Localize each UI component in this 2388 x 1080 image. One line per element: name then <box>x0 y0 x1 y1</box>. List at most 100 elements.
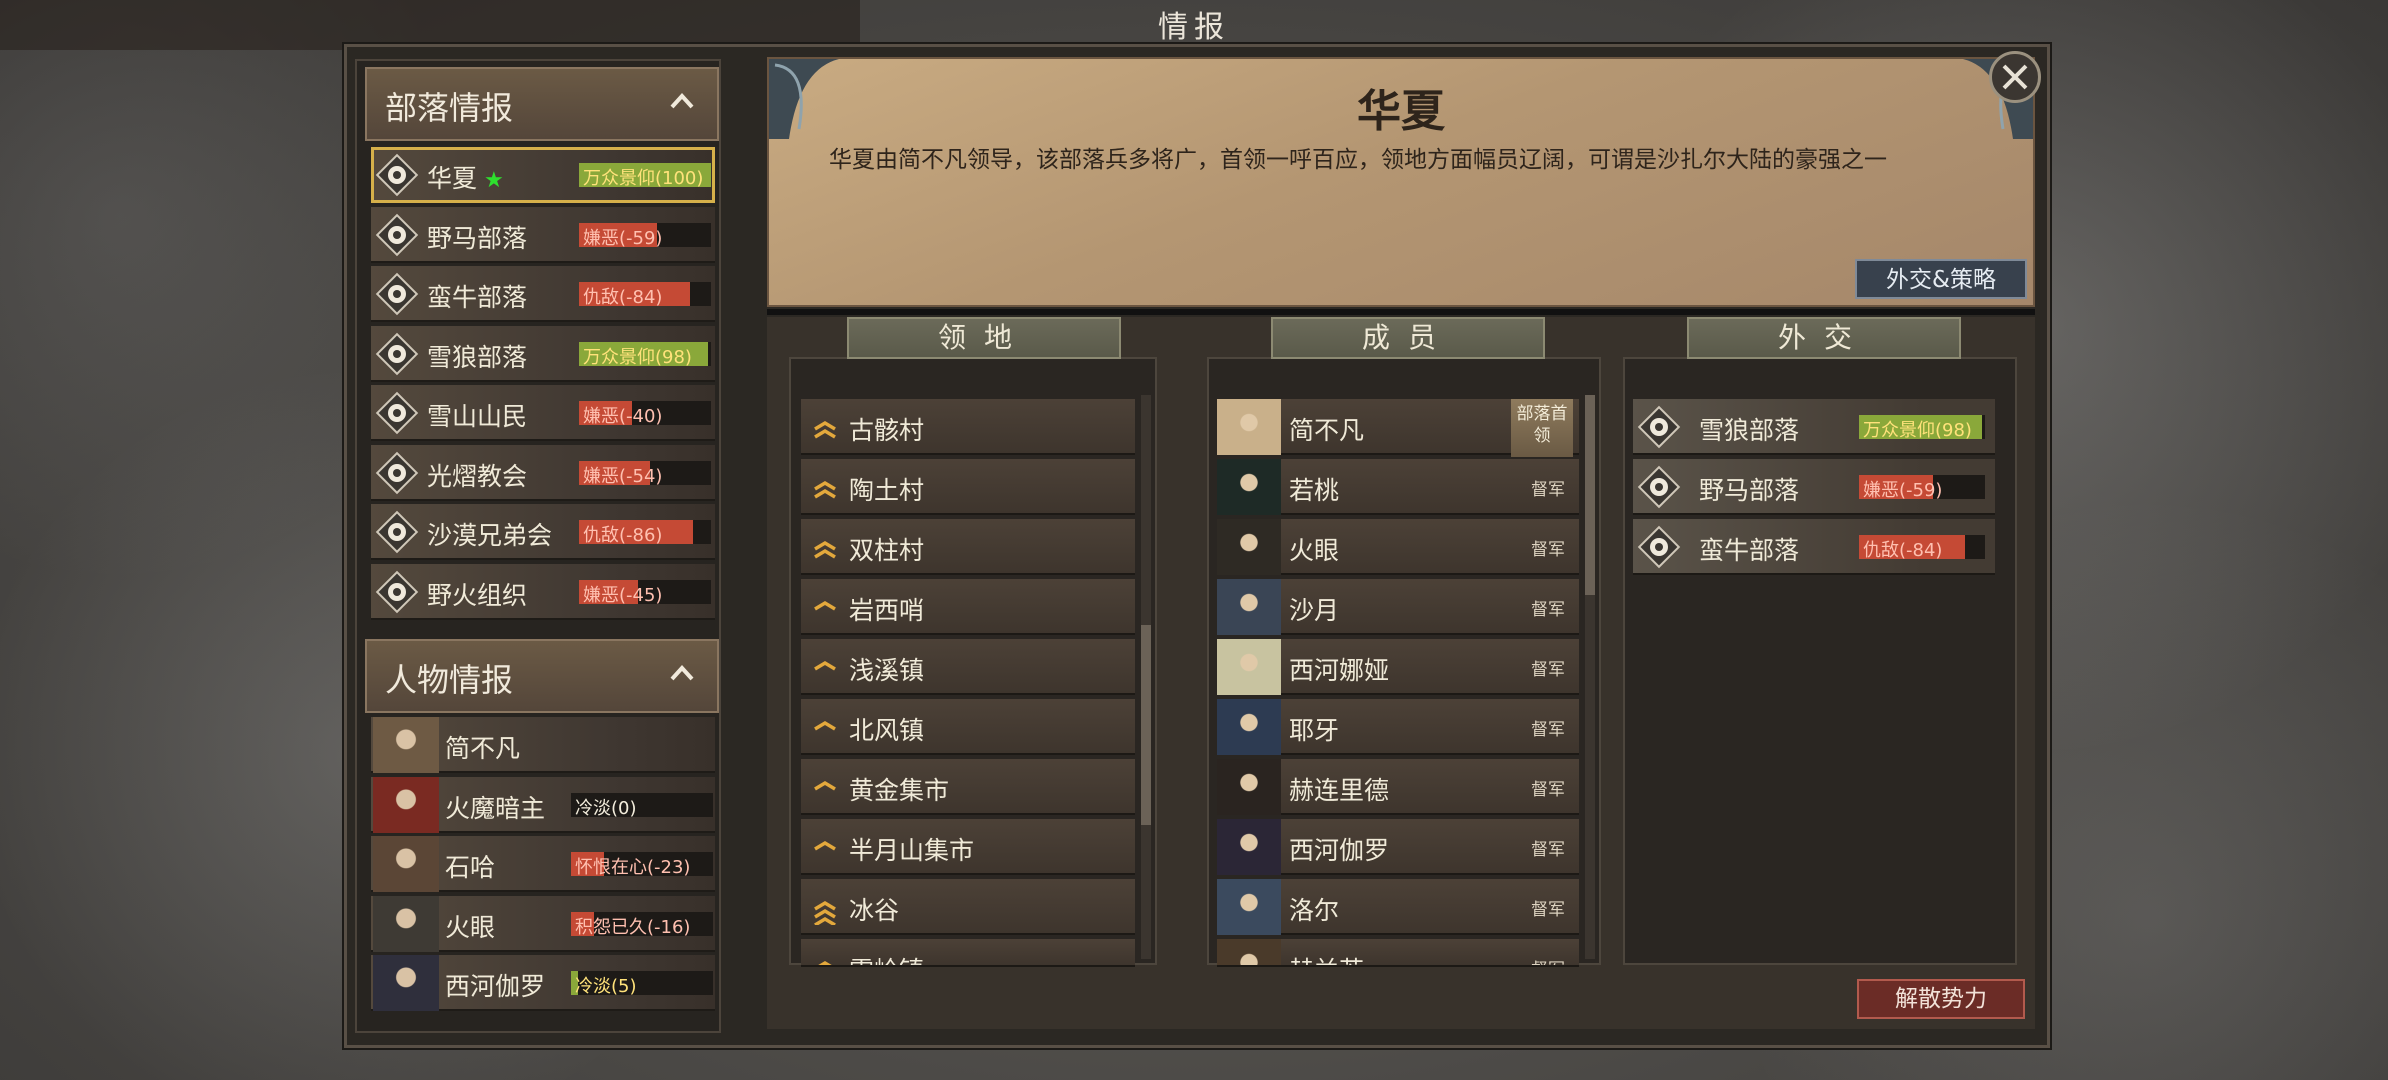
diplomacy-tribe-name: 蛮牛部落 <box>1699 536 1800 565</box>
relation-bar: 冷淡(5) <box>571 971 713 995</box>
territory-row[interactable]: 古骸村 <box>801 399 1135 455</box>
member-row[interactable]: 简不凡 部落首领 <box>1217 399 1579 457</box>
member-row[interactable]: 西河娜娅 督军 <box>1217 639 1579 695</box>
tribe-row[interactable]: 野马部落 嫌恶(-59) <box>371 206 715 263</box>
relation-bar: 嫌恶(-54) <box>579 460 711 485</box>
territory-name: 北风镇 <box>849 716 925 745</box>
diplomacy-row[interactable]: 雪狼部落 万众景仰(98) <box>1633 399 1995 455</box>
territory-row[interactable]: 黄金集市 <box>801 759 1135 815</box>
tribe-row[interactable]: 蛮牛部落 仇敌(-84) <box>371 266 715 322</box>
member-role: 督军 <box>1531 955 1565 965</box>
member-name: 若桃 <box>1289 476 1340 505</box>
relation-bar: 嫌恶(-59) <box>1859 475 1985 499</box>
tribe-row[interactable]: 光熠教会 嫌恶(-54) <box>371 444 715 501</box>
tab-members[interactable]: 成员 <box>1271 317 1545 359</box>
territory-scrollbar[interactable] <box>1141 395 1151 959</box>
avatar <box>1217 819 1281 875</box>
members-scrollbar[interactable] <box>1585 395 1595 959</box>
avatar <box>373 717 439 773</box>
territory-row[interactable]: 北风镇 <box>801 699 1135 755</box>
faction-description: 华夏由简不凡领导，该部落兵多将广，首领一呼百应，领地方面幅员辽阔，可谓是沙扎尔大… <box>829 147 1887 173</box>
chevron-up-icon[interactable] <box>667 87 697 117</box>
tab-diplomacy[interactable]: 外交 <box>1687 317 1961 359</box>
close-button[interactable] <box>1989 51 2041 103</box>
tribe-name-text: 华夏 <box>427 164 478 193</box>
tab-territory[interactable]: 领地 <box>847 317 1121 359</box>
person-row[interactable]: 火魔暗主 冷淡(0) <box>371 776 715 833</box>
tribe-row[interactable]: 华夏 ★ 万众景仰(100) <box>371 147 715 203</box>
territory-name: 陶土村 <box>849 476 925 505</box>
member-role: 督军 <box>1531 780 1565 800</box>
relation-label: 嫌恶(-59) <box>1863 480 1943 499</box>
member-name: 洛尔 <box>1289 896 1340 925</box>
territory-row[interactable]: 半月山集市 <box>801 819 1135 875</box>
rank-chevron-icon <box>814 660 836 671</box>
relation-label: 嫌恶(-59) <box>583 227 663 247</box>
tribe-section-header[interactable]: 部落情报 <box>365 67 719 141</box>
relation-bar: 仇敌(-84) <box>1859 535 1985 559</box>
member-row[interactable]: 耶牙 督军 <box>1217 699 1579 755</box>
relation-label: 嫌恶(-45) <box>583 584 663 604</box>
relation-bar: 嫌恶(-45) <box>579 579 711 604</box>
territory-row[interactable]: 浅溪镇 <box>801 639 1135 695</box>
territory-row[interactable]: 雪岭镇 <box>801 939 1135 967</box>
scroll-thumb[interactable] <box>1141 625 1151 825</box>
disband-faction-button[interactable]: 解散势力 <box>1857 979 2025 1019</box>
wolf-head-icon <box>1637 405 1681 449</box>
member-row[interactable]: 沙月 督军 <box>1217 579 1579 635</box>
relation-label: 仇敌(-86) <box>583 525 663 544</box>
diplomacy-row[interactable]: 蛮牛部落 仇敌(-84) <box>1633 519 1995 575</box>
territory-name: 雪岭镇 <box>849 951 924 965</box>
member-role: 督军 <box>1531 600 1565 620</box>
member-row[interactable]: 西河伽罗 督军 <box>1217 819 1579 875</box>
diplomacy-row[interactable]: 野马部落 嫌恶(-59) <box>1633 459 1995 515</box>
tribe-row[interactable]: 雪山山民 嫌恶(-40) <box>371 385 715 441</box>
member-row[interactable]: 赫兰若 督军 <box>1217 939 1579 967</box>
tribe-row[interactable]: 雪狼部落 万众景仰(98) <box>371 325 715 382</box>
scroll-thumb[interactable] <box>1585 395 1595 595</box>
territory-row[interactable]: 陶土村 <box>801 459 1135 515</box>
avatar <box>373 895 439 952</box>
person-name: 简不凡 <box>445 734 521 763</box>
rank-chevron-icon <box>814 840 836 851</box>
member-name: 赫连里德 <box>1289 776 1390 805</box>
horse-head-icon <box>1637 465 1681 509</box>
detail-area: 古骸村陶土村双柱村岩西哨浅溪镇北风镇黄金集市半月山集市冰谷雪岭镇 领地 简不凡 部… <box>767 317 2035 1029</box>
tribe-name: 雪狼部落 <box>427 338 527 374</box>
relation-bar: 仇敌(-84) <box>579 282 711 306</box>
member-row[interactable]: 赫连里德 督军 <box>1217 759 1579 815</box>
tribe-name-text: 野马部落 <box>427 223 528 253</box>
close-icon[interactable] <box>1992 54 2038 100</box>
tribe-row[interactable]: 沙漠兄弟会 仇敌(-86) <box>371 504 715 560</box>
person-section-header[interactable]: 人物情报 <box>365 639 719 713</box>
member-row[interactable]: 火眼 督军 <box>1217 519 1579 575</box>
territory-row[interactable]: 岩西哨 <box>801 579 1135 635</box>
person-row[interactable]: 西河伽罗 冷淡(5) <box>371 955 715 1011</box>
territory-row[interactable]: 冰谷 <box>801 879 1135 935</box>
person-name: 火魔暗主 <box>445 793 546 823</box>
rank-chevron-icon <box>818 960 832 965</box>
avatar <box>1217 759 1281 815</box>
chevron-up-icon[interactable] <box>667 659 697 689</box>
member-row[interactable]: 洛尔 督军 <box>1217 879 1579 935</box>
relation-label: 积怨已久(-16) <box>575 916 691 936</box>
person-row[interactable]: 简不凡 <box>371 717 715 773</box>
member-role: 督军 <box>1531 480 1565 500</box>
person-row[interactable]: 石哈 怀恨在心(-23) <box>371 836 715 892</box>
rank-chevron-icon <box>814 780 836 791</box>
left-sidebar: 部落情报 华夏 ★ 万众景仰(100) 野马部落 嫌恶(-59) 蛮牛部落 仇敌(-84)… <box>355 59 721 1033</box>
person-row[interactable]: 火眼 积怨已久(-16) <box>371 895 715 952</box>
relation-label: 冷淡(0) <box>575 797 637 817</box>
star-icon: ★ <box>477 168 504 193</box>
member-name: 西河伽罗 <box>1289 836 1390 865</box>
diplomacy-strategy-button[interactable]: 外交&策略 <box>1855 259 2027 299</box>
relation-label: 万众景仰(100) <box>583 168 704 187</box>
sun-emblem-icon <box>375 153 419 197</box>
tribe-name: 光熠教会 <box>427 457 527 493</box>
member-row[interactable]: 若桃 督军 <box>1217 459 1579 515</box>
rank-chevron-icon <box>814 480 836 499</box>
territory-row[interactable]: 双柱村 <box>801 519 1135 575</box>
member-role: 督军 <box>1531 540 1565 560</box>
tribe-row[interactable]: 野火组织 嫌恶(-45) <box>371 563 715 620</box>
flame-cross-icon <box>375 451 419 494</box>
